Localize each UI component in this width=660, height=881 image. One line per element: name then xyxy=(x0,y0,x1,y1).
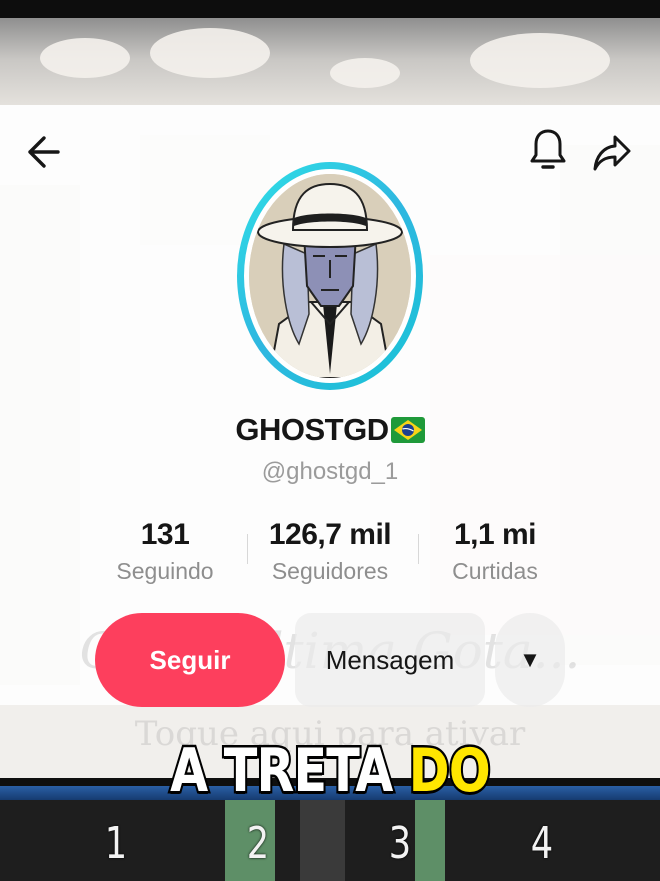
username-handle: @ghostgd_1 xyxy=(261,458,399,485)
stat-following[interactable]: 131 Seguindo xyxy=(95,518,235,585)
caption-word-highlight: DO xyxy=(407,734,493,809)
profile-name-row: GHOSTGD xyxy=(0,412,660,451)
notifications-button[interactable] xyxy=(526,128,570,172)
avatar-character-illustration xyxy=(249,174,411,378)
slot-item-art xyxy=(300,800,345,881)
more-options-button[interactable]: ▼ xyxy=(495,613,565,707)
bell-icon xyxy=(530,129,566,169)
follow-button[interactable]: Seguir xyxy=(95,613,285,707)
caption-word: A TRETA xyxy=(168,734,395,809)
slot-number: 3 xyxy=(388,818,412,869)
stat-divider xyxy=(247,534,248,564)
triangle-down-icon: ▼ xyxy=(519,647,541,672)
share-arrow-icon xyxy=(593,135,631,171)
avatar[interactable] xyxy=(249,174,411,378)
stat-likes-label: Curtidas xyxy=(452,558,538,584)
arrow-left-icon xyxy=(28,136,60,168)
message-button[interactable]: Mensagem xyxy=(295,613,485,707)
slot-number: 4 xyxy=(530,818,554,869)
slot-number: 2 xyxy=(246,818,270,869)
background-sky xyxy=(0,18,660,110)
back-button[interactable] xyxy=(20,130,64,174)
stat-likes[interactable]: 1,1 mi Curtidas xyxy=(425,518,565,585)
stat-likes-value: 1,1 mi xyxy=(453,518,537,551)
share-button[interactable] xyxy=(590,130,634,174)
stat-following-value: 131 xyxy=(140,518,190,551)
display-name: GHOSTGD xyxy=(235,412,389,447)
stat-followers[interactable]: 126,7 mil Seguidores xyxy=(255,518,405,585)
slot-number: 1 xyxy=(104,818,128,869)
video-caption: A TRETA DO xyxy=(59,734,600,809)
stat-followers-value: 126,7 mil xyxy=(268,518,392,551)
video-frame: Cada Última Gota... Toque aqui para ativ… xyxy=(0,0,660,881)
brazil-flag-icon xyxy=(390,415,425,451)
top-letterbox xyxy=(0,0,660,18)
stat-followers-label: Seguidores xyxy=(271,558,389,584)
stat-following-label: Seguindo xyxy=(116,558,214,584)
stat-divider xyxy=(418,534,419,564)
